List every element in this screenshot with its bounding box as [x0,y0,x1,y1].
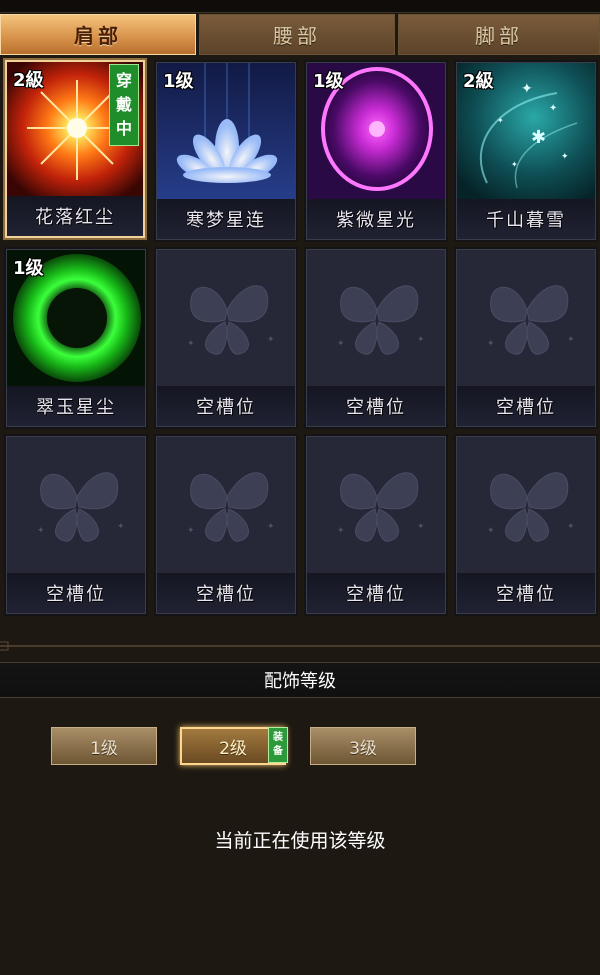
svg-text:✦: ✦ [521,81,533,97]
svg-text:✱: ✱ [531,127,546,148]
svg-text:✦: ✦ [549,103,557,114]
accessory-slot-4[interactable]: ✦ ✱ ✦ ✦ ✦ ✦ 2級 千山暮雪 [456,62,596,240]
svg-text:✦: ✦ [497,116,504,125]
svg-text:✦: ✦ [267,522,275,532]
slot-name: 空槽位 [7,573,145,613]
butterfly-icon: ✦ ✦ [307,437,445,573]
svg-text:✦: ✦ [487,526,495,536]
accessory-slot-7[interactable]: ✦ ✦ 空槽位 [306,249,446,427]
accessory-slot-11[interactable]: ✦ ✦ 空槽位 [306,436,446,614]
slot-name: 空槽位 [307,386,445,426]
slot-name: 空槽位 [157,573,295,613]
slot-name: 空槽位 [307,573,445,613]
accessory-grid: 2級 穿戴中 花落红尘 1级 寒梦星连 1级 紫微星光 ✦ ✱ ✦ ✦ ✦ ✦ … [0,58,600,618]
svg-text:✦: ✦ [567,335,575,345]
status-text: 当前正在使用该等级 [214,830,386,852]
slot-level: 1级 [13,258,44,279]
accessory-slot-6[interactable]: ✦ ✦ 空槽位 [156,249,296,427]
accessory-slot-8[interactable]: ✦ ✦ 空槽位 [456,249,596,427]
butterfly-icon: ✦ ✦ [307,250,445,386]
svg-text:✦: ✦ [567,522,575,532]
tab-feet[interactable]: 脚部 [398,14,600,55]
butterfly-icon: ✦ ✦ [457,250,595,386]
slot-level: 2級 [463,71,494,92]
svg-text:✦: ✦ [487,339,495,349]
svg-text:✦: ✦ [417,522,425,532]
svg-text:✦: ✦ [187,339,195,349]
slot-name: 花落红尘 [7,196,143,236]
section-divider [0,641,600,651]
equipped-badge: 装备 [268,727,288,763]
accessory-slot-10[interactable]: ✦ ✦ 空槽位 [156,436,296,614]
tab-shoulder[interactable]: 肩部 [0,14,196,55]
svg-text:✦: ✦ [561,152,569,162]
slot-level: 2級 [13,70,44,91]
slot-name: 寒梦星连 [157,199,295,239]
section-title: 配饰等级 [0,662,600,698]
level-1-button[interactable]: 1级 [51,727,157,765]
level-3-button[interactable]: 3级 [310,727,416,765]
svg-text:✦: ✦ [187,526,195,536]
svg-text:✦: ✦ [511,160,518,169]
accessory-slot-12[interactable]: ✦ ✦ 空槽位 [456,436,596,614]
butterfly-icon: ✦ ✦ [157,437,295,573]
body-part-tabs: 肩部 腰部 脚部 [0,14,600,58]
tab-waist[interactable]: 腰部 [199,14,395,55]
wearing-badge: 穿戴中 [109,64,139,146]
slot-name: 空槽位 [157,386,295,426]
svg-text:✦: ✦ [417,335,425,345]
accessory-slot-5[interactable]: 1级 翠玉星尘 [6,249,146,427]
svg-text:✦: ✦ [117,522,125,532]
accessory-slot-9[interactable]: ✦ ✦ 空槽位 [6,436,146,614]
svg-text:✦: ✦ [337,339,345,349]
slot-name: 翠玉星尘 [7,386,145,426]
svg-text:✦: ✦ [337,526,345,536]
accessory-slot-1[interactable]: 2級 穿戴中 花落红尘 [5,60,145,238]
svg-text:✦: ✦ [267,335,275,345]
accessory-slot-2[interactable]: 1级 寒梦星连 [156,62,296,240]
slot-name: 空槽位 [457,386,595,426]
accessory-slot-3[interactable]: 1级 紫微星光 [306,62,446,240]
slot-name: 紫微星光 [307,199,445,239]
butterfly-icon: ✦ ✦ [157,250,295,386]
svg-text:✦: ✦ [37,526,45,536]
slot-level: 1级 [313,71,344,92]
slot-level: 1级 [163,71,194,92]
slot-name: 千山暮雪 [457,199,595,239]
top-border [0,0,600,13]
butterfly-icon: ✦ ✦ [457,437,595,573]
slot-name: 空槽位 [457,573,595,613]
butterfly-icon: ✦ ✦ [7,437,145,573]
